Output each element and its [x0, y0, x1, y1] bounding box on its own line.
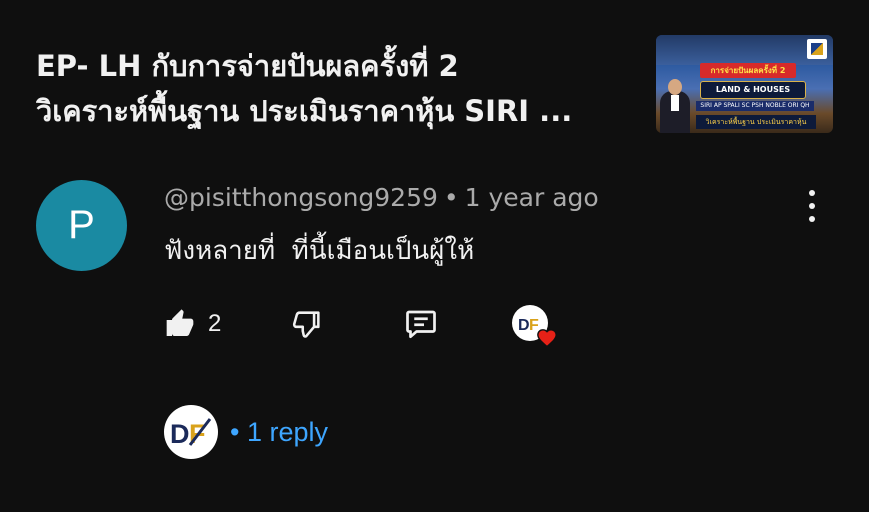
thumbs-up-icon — [166, 309, 194, 336]
svg-text:D: D — [170, 419, 190, 449]
thumbnail-tickers: SIRI AP SPALI SC PSH NOBLE ORI QH — [696, 101, 814, 111]
comment-actions: 2 — [0, 302, 869, 346]
reply-count-label: 1 reply — [246, 416, 329, 447]
video-title-line-1: EP- LH กับการจ่ายปันผลครั้งที่ 2 — [36, 49, 459, 83]
reply-author-avatar[interactable]: D F — [164, 405, 218, 459]
like-count: 2 — [208, 310, 222, 337]
comment-meta: @pisitthongsong9259 • 1 year ago — [164, 183, 599, 212]
reply-button[interactable] — [403, 302, 439, 346]
thumbnail-brand: LAND & HOUSES — [700, 81, 806, 99]
channel-logo-icon — [807, 39, 827, 59]
svg-text:D: D — [518, 317, 530, 334]
thumbs-down-icon — [292, 311, 320, 338]
df-logo-icon: D F — [170, 418, 212, 449]
comment-time: 1 year ago — [464, 183, 599, 212]
comment-author[interactable]: @pisitthongsong9259 — [164, 183, 438, 212]
presenter-image — [660, 79, 690, 133]
more-vertical-icon[interactable] — [800, 190, 824, 224]
view-replies-link[interactable]: • 1 reply — [230, 417, 328, 448]
comment-icon — [406, 310, 436, 339]
commenter-avatar[interactable]: P — [36, 180, 127, 271]
video-title-line-2: วิเคราะห์พื้นฐาน ประเมินราคาหุ้น SIRI ..… — [36, 94, 573, 128]
dislike-button[interactable] — [290, 302, 324, 346]
heart-icon — [537, 329, 557, 348]
thumbnail-subtitle: วิเคราะห์พื้นฐาน ประเมินราคาหุ้น — [696, 115, 816, 129]
replies-row: D F • 1 reply — [164, 404, 328, 460]
like-button[interactable]: 2 — [164, 302, 221, 346]
comment-text: ฟังหลายที่ ที่นี้เมือนเป็นผู้ให้ — [164, 236, 475, 266]
meta-separator: • — [443, 183, 459, 212]
reply-prefix: • — [230, 416, 240, 447]
creator-heart-badge[interactable]: D F — [512, 305, 560, 348]
video-title[interactable]: EP- LH กับการจ่ายปันผลครั้งที่ 2 วิเคราะ… — [36, 44, 636, 134]
thumbnail-banner: การจ่ายปันผลครั้งที่ 2 — [700, 63, 796, 78]
video-thumbnail[interactable]: การจ่ายปันผลครั้งที่ 2 LAND & HOUSES SIR… — [656, 35, 833, 133]
comment-screen: EP- LH กับการจ่ายปันผลครั้งที่ 2 วิเคราะ… — [0, 0, 869, 512]
